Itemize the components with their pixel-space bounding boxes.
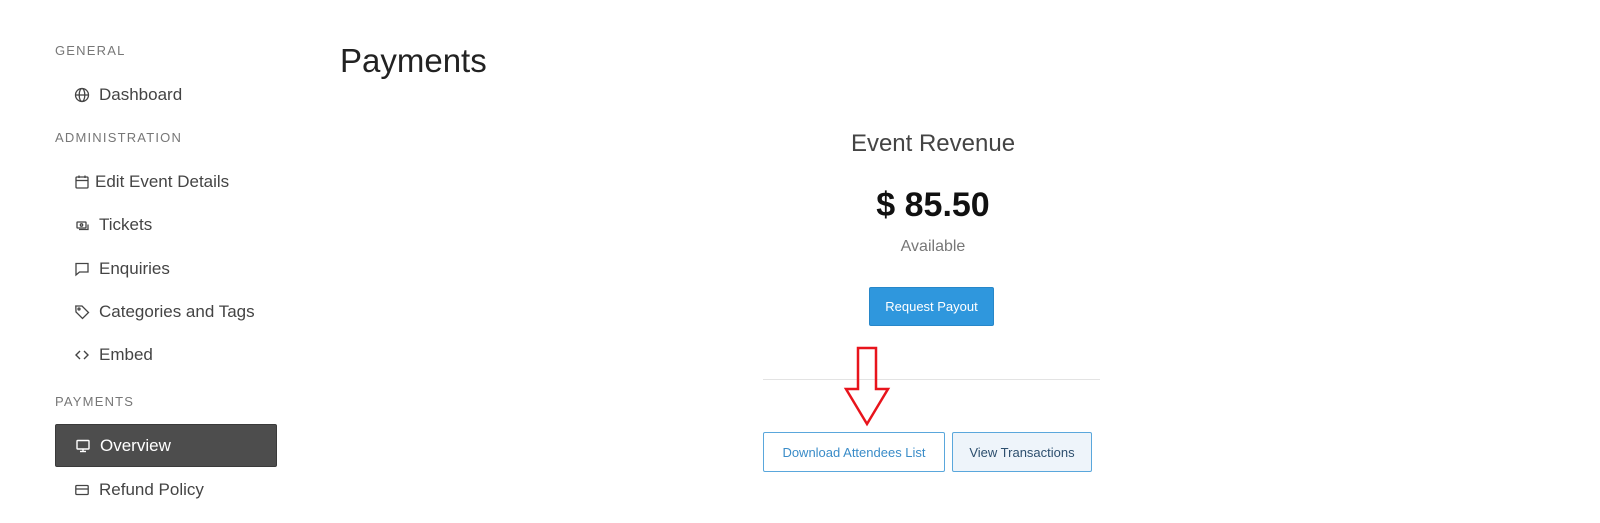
divider bbox=[763, 379, 1100, 380]
request-payout-button[interactable]: Request Payout bbox=[869, 287, 994, 326]
section-title-general: GENERAL bbox=[55, 43, 126, 58]
globe-icon bbox=[73, 86, 91, 104]
download-attendees-button[interactable]: Download Attendees List bbox=[763, 432, 945, 472]
sidebar-item-enquiries[interactable]: Enquiries bbox=[55, 247, 277, 290]
ticket-icon bbox=[73, 216, 91, 234]
calendar-icon bbox=[73, 173, 91, 191]
sidebar-item-overview[interactable]: Overview bbox=[55, 424, 277, 467]
sidebar: GENERAL Dashboard ADMINISTRATION Edit Ev… bbox=[0, 0, 290, 523]
sidebar-item-tickets[interactable]: Tickets bbox=[55, 203, 277, 246]
section-title-payments: PAYMENTS bbox=[55, 394, 135, 409]
revenue-title: Event Revenue bbox=[850, 130, 1016, 157]
sidebar-item-label: Dashboard bbox=[99, 84, 183, 104]
revenue-status: Available bbox=[900, 238, 966, 255]
view-transactions-button[interactable]: View Transactions bbox=[952, 432, 1092, 472]
sidebar-item-label: Edit Event Details bbox=[95, 171, 230, 191]
sidebar-item-embed[interactable]: Embed bbox=[55, 333, 277, 376]
credit-card-icon bbox=[73, 481, 91, 499]
sidebar-item-refund-policy[interactable]: Refund Policy bbox=[55, 468, 277, 511]
section-title-administration: ADMINISTRATION bbox=[55, 130, 183, 145]
sidebar-item-label: Overview bbox=[100, 435, 171, 455]
revenue-amount: $ 85.50 bbox=[876, 186, 990, 224]
sidebar-item-dashboard[interactable]: Dashboard bbox=[55, 73, 277, 116]
sidebar-item-label: Refund Policy bbox=[99, 479, 204, 499]
sidebar-item-label: Tickets bbox=[99, 214, 153, 234]
chat-icon bbox=[73, 260, 91, 278]
page-title: Payments bbox=[340, 42, 487, 79]
sidebar-item-label: Embed bbox=[99, 344, 153, 364]
tag-icon bbox=[73, 303, 91, 321]
page: GENERAL Dashboard ADMINISTRATION Edit Ev… bbox=[0, 0, 1600, 523]
monitor-icon bbox=[74, 437, 92, 455]
sidebar-item-categories-and-tags[interactable]: Categories and Tags bbox=[55, 290, 277, 333]
sidebar-item-edit-event-details[interactable]: Edit Event Details bbox=[55, 160, 277, 203]
sidebar-item-label: Categories and Tags bbox=[99, 301, 255, 321]
annotation-arrow-icon bbox=[843, 346, 891, 427]
sidebar-item-label: Enquiries bbox=[99, 258, 170, 278]
code-icon bbox=[73, 346, 91, 364]
